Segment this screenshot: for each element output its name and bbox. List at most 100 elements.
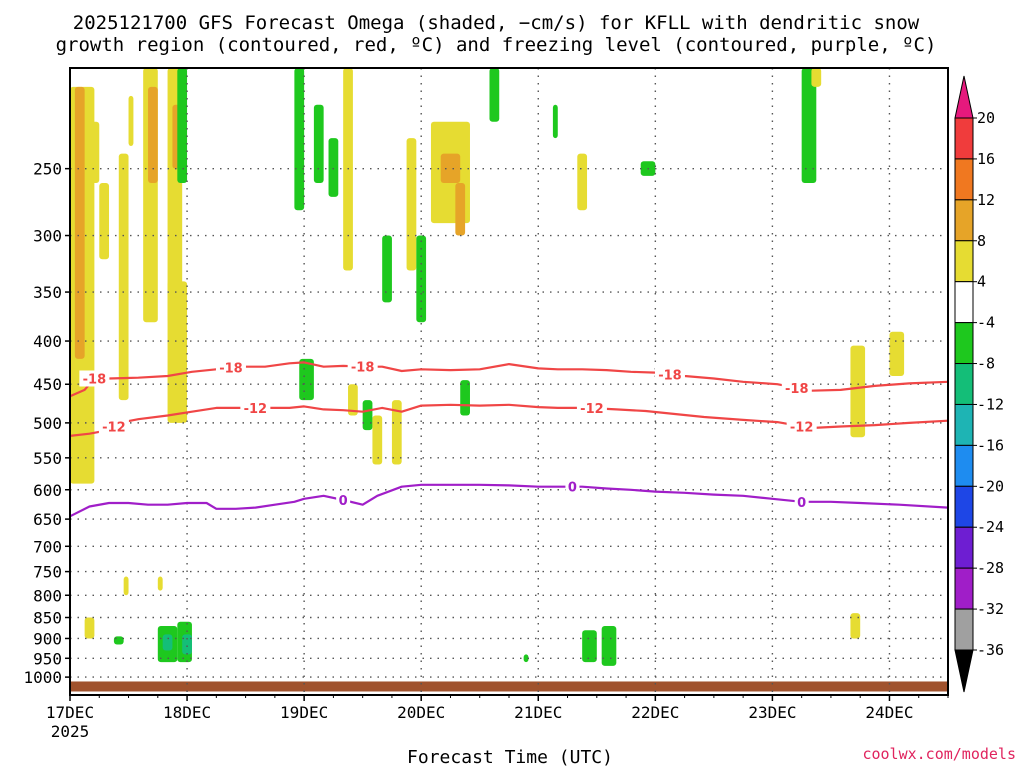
omega-shaded-cell [601,626,617,666]
colorbar-tick-label: -24 [977,518,1004,536]
contour-label: 0 [339,494,348,509]
pressure-axis: 250 300 350 400 450 500 550 600 650 700 750 800 850 9… [23,160,70,687]
colorbar-bin [954,281,974,324]
omega-shaded-cell [552,104,558,139]
colorbar-tick-label: -36 [977,641,1004,659]
y-tick-label: 450 [33,375,62,394]
omega-shaded-cell [313,104,324,184]
contour-label: -18 [219,362,243,377]
contour-label: -18 [658,368,682,383]
colorbar-tick-label: -4 [977,314,995,332]
omega-shaded-cell [182,634,192,655]
x-axis-label: Forecast Time (UTC) [407,747,613,768]
omega-shaded-cell [99,183,110,260]
colorbar-tick-label: 8 [977,232,986,250]
omega-shaded-cell [406,138,417,271]
colorbar-bin [954,485,974,528]
contour-label: -12 [790,420,814,435]
y-tick-label: 950 [33,649,62,668]
terrain-band [70,681,948,692]
colorbar-tick-label: 20 [977,109,995,127]
time-axis: 17DEC2025 18DEC 19DEC 20DEC 21DEC 22DEC 23DEC 2… [46,695,949,741]
y-tick-label: 350 [33,283,62,302]
contour-label: -12 [102,421,126,436]
y-tick-label: 650 [33,510,62,529]
omega-time-height-chart: 2025121700 GFS Forecast Omega (shaded, −… [23,12,1016,768]
contour-label: 0 [797,496,806,511]
x-tick-label: 24DEC [865,703,913,722]
y-tick-label: 250 [33,160,62,179]
colorbar-tick-label: 12 [977,191,995,209]
contour-label: -18 [83,372,107,387]
y-tick-label: 800 [33,586,62,605]
omega-shaded-cell [440,153,461,184]
y-tick-label: 300 [33,227,62,246]
colorbar-bin [954,117,974,160]
y-tick-label: 1000 [23,668,62,687]
colorbar-top-triangle [954,75,974,119]
omega-shaded-cell [582,630,597,663]
x-tick-label: 23DEC [748,703,796,722]
y-tick-label: 750 [33,563,62,582]
x-tick-label: 20DEC [397,703,445,722]
colorbar-tick-label: -20 [977,477,1004,495]
colorbar-bin [954,567,974,610]
colorbar-bin [954,240,974,283]
omega-shaded-cell [89,121,100,184]
omega-shaded-cell [460,380,470,416]
omega-shaded-cell [128,95,134,146]
y-tick-label: 400 [33,332,62,351]
x-tick-sublabel: 2025 [51,722,90,741]
omega-shaded-cell [177,68,188,184]
omega-shaded-cell [123,576,129,596]
x-tick-label: 19DEC [280,703,328,722]
colorbar-bin [954,403,974,446]
omega-shaded-cell [489,68,500,122]
contour-label: -12 [244,402,268,417]
contour-label: -18 [785,382,809,397]
omega-shaded-cell [372,415,383,465]
omega-shaded-cell [157,576,163,591]
x-tick-label: 18DEC [163,703,211,722]
colorbar-tick-label: 4 [977,273,986,291]
colorbar-bin [954,363,974,405]
omega-shaded-cell [294,68,305,211]
colorbar-bin [954,322,974,365]
credit-text: coolwx.com/models [862,745,1016,763]
colorbar-tick-label: -12 [977,395,1004,413]
omega-shaded-cell [382,235,392,303]
omega-shaded-cell [889,331,905,376]
colorbar-tick-label: -32 [977,600,1004,618]
x-tick-label: 17DEC [46,703,94,722]
omega-shaded-cell [84,617,95,639]
colorbar-tick-label: -28 [977,559,1004,577]
contour-label: 0 [568,481,577,496]
omega-shaded-cell [167,281,188,423]
colorbar-bin [954,158,974,201]
omega-shaded-cell [162,634,173,651]
colorbar-bottom-triangle [954,649,974,693]
chart-title-line2: growth region (contoured, red, ºC) and f… [56,34,937,56]
chart-title-line1: 2025121700 GFS Forecast Omega (shaded, −… [73,12,920,34]
y-tick-label: 700 [33,537,62,556]
colorbar-tick-label: 16 [977,150,995,168]
terrain-fill [70,681,948,692]
y-tick-label: 600 [33,481,62,500]
colorbar-bin [954,199,974,242]
contour-label: -12 [580,402,604,417]
omega-shaded-cell [328,138,339,197]
colorbar-tick-label: -8 [977,355,995,373]
x-tick-label: 21DEC [514,703,562,722]
omega-shaded-cell [811,68,822,87]
colorbar-tick-label: -16 [977,436,1004,454]
omega-shaded-cell [74,86,85,359]
contour-label: -18 [351,361,375,376]
x-tick-label: 22DEC [631,703,679,722]
omega-shaded-cell [362,400,373,431]
omega-shaded-cell [113,636,124,645]
colorbar-bin [954,444,974,487]
y-tick-label: 550 [33,449,62,468]
y-tick-label: 900 [33,629,62,648]
colorbar-bin [954,526,974,569]
colorbar: 20 16 12 8 4 -4 -8 -12 -16 -20 -24 -28 -32 -36 [954,75,1004,693]
